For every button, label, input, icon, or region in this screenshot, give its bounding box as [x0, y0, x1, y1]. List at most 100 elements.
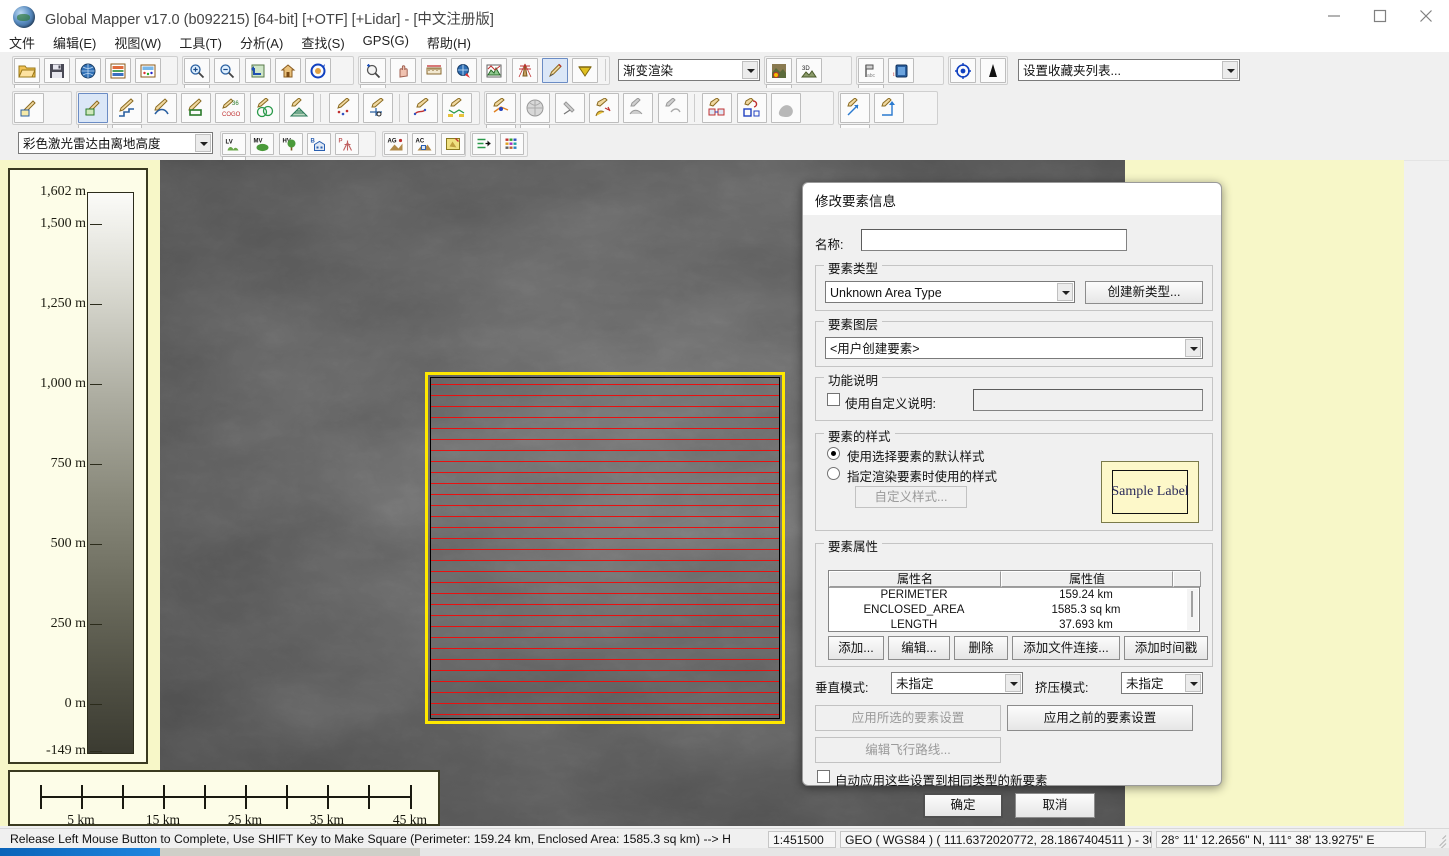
shader-options-icon[interactable]: [766, 58, 792, 83]
edit-flight-path-button[interactable]: 编辑飞行路线...: [815, 737, 1001, 763]
zoom-out-icon[interactable]: [214, 58, 241, 83]
taskbar-item-1[interactable]: [0, 848, 160, 856]
custom-description-input[interactable]: [973, 389, 1203, 411]
create-rect-coords-icon[interactable]: [112, 93, 143, 123]
chevron-down-icon[interactable]: [1185, 339, 1201, 357]
zoom-layer-icon[interactable]: [305, 58, 332, 83]
open-folder-icon[interactable]: [14, 58, 40, 83]
resize-grip[interactable]: [1433, 832, 1447, 854]
apply-previous-settings-button[interactable]: 应用之前的要素设置: [1007, 705, 1193, 731]
taskbar-item-3[interactable]: [420, 848, 1449, 856]
save-icon[interactable]: [44, 58, 71, 83]
favorites-combo[interactable]: 设置收藏夹列表...: [1018, 59, 1240, 81]
globe-rotate-icon[interactable]: [520, 93, 551, 123]
globe-icon[interactable]: [74, 58, 101, 83]
center-icon[interactable]: [950, 58, 976, 83]
building-icon[interactable]: B: [307, 133, 332, 155]
render-mode-combo[interactable]: 渐变渲染: [618, 59, 760, 81]
create-point-coords-icon[interactable]: [363, 93, 394, 123]
menu-help[interactable]: 帮助(H): [418, 30, 480, 55]
coverage-icon[interactable]: [572, 58, 599, 83]
menu-gps[interactable]: GPS(G): [354, 30, 418, 51]
create-range-ring-icon[interactable]: [249, 93, 280, 123]
create-line-icon[interactable]: [407, 93, 438, 123]
ac-icon[interactable]: AC: [412, 133, 437, 155]
status-coordinates[interactable]: 28° 11' 12.2656" N, 111° 38' 13.9275" E: [1156, 831, 1426, 848]
edit-attribute-button[interactable]: 编辑...: [888, 636, 950, 660]
vertical-mode-combo[interactable]: 未指定: [891, 672, 1023, 694]
map-catalog-icon[interactable]: [135, 58, 162, 83]
custom-style-button[interactable]: 自定义样式...: [855, 486, 967, 508]
add-timestamp-button[interactable]: 添加时间戳: [1124, 636, 1208, 660]
create-line-from-points-icon[interactable]: [442, 93, 473, 123]
create-grid-icon[interactable]: [284, 93, 315, 123]
close-button[interactable]: [1403, 0, 1449, 32]
mv-icon[interactable]: MV: [250, 133, 275, 155]
feature-info-icon[interactable]: [451, 58, 478, 83]
zoom-tool-icon[interactable]: [360, 58, 386, 83]
copy-features-icon[interactable]: [657, 93, 688, 123]
create-new-type-button[interactable]: 创建新类型...: [1085, 281, 1203, 304]
create-circle-icon[interactable]: [146, 93, 177, 123]
taskbar-item-2[interactable]: [160, 848, 420, 856]
menu-tools[interactable]: 工具(T): [170, 30, 231, 55]
add-attribute-button[interactable]: 添加...: [828, 636, 884, 660]
minimize-button[interactable]: [1311, 0, 1357, 32]
extrude-mode-combo[interactable]: 未指定: [1121, 672, 1203, 694]
table-row[interactable]: PERIMETER 159.24 km: [830, 589, 1187, 604]
palette-icon[interactable]: [500, 133, 525, 155]
feature-layer-combo[interactable]: <用户创建要素>: [825, 337, 1203, 359]
chevron-down-icon[interactable]: [195, 134, 211, 152]
pan-tool-icon[interactable]: [390, 58, 417, 83]
zoom-in-icon[interactable]: [184, 58, 210, 83]
attributes-table[interactable]: 属性名 属性值 PERIMETER 159.24 km ENCLOSED_ARE…: [828, 570, 1201, 632]
layer-control-icon[interactable]: [105, 58, 132, 83]
menu-view[interactable]: 视图(W): [105, 30, 170, 55]
lv-icon[interactable]: LV: [222, 133, 246, 155]
create-square-icon[interactable]: [181, 93, 212, 123]
attributes-scrollbar[interactable]: [1187, 589, 1198, 630]
classify-icon[interactable]: [440, 133, 465, 155]
flight-path-icon[interactable]: abc: [858, 58, 884, 83]
3d-fly-icon[interactable]: i: [888, 58, 915, 83]
use-custom-style-radio[interactable]: [827, 467, 840, 480]
menu-analysis[interactable]: 分析(A): [231, 30, 292, 55]
chevron-down-icon[interactable]: [1185, 674, 1201, 692]
table-row[interactable]: LENGTH 37.693 km: [830, 619, 1187, 630]
chevron-down-icon[interactable]: [1057, 283, 1073, 301]
chevron-down-icon[interactable]: [742, 61, 758, 79]
use-default-style-radio[interactable]: [827, 447, 840, 460]
create-point-icon[interactable]: [328, 93, 359, 123]
chevron-down-icon[interactable]: [1005, 674, 1021, 692]
add-file-link-button[interactable]: 添加文件连接...: [1012, 636, 1120, 660]
3d-view-icon[interactable]: 3D: [796, 58, 823, 83]
north-arrow-icon[interactable]: [980, 58, 1007, 83]
ok-button[interactable]: 确定: [923, 793, 1003, 818]
create-area-icon[interactable]: [14, 93, 44, 123]
scrollbar-thumb[interactable]: [1191, 591, 1193, 617]
offset-icon[interactable]: [840, 93, 870, 123]
power-line-icon[interactable]: P: [335, 133, 360, 155]
split-icon[interactable]: [623, 93, 654, 123]
filter-icon[interactable]: [472, 133, 496, 155]
rotate-icon[interactable]: [736, 93, 767, 123]
table-row[interactable]: ENCLOSED_AREA 1585.3 sq km: [830, 604, 1187, 619]
crop-icon[interactable]: [554, 93, 585, 123]
zoom-previous-icon[interactable]: [244, 58, 271, 83]
snap-vertices-icon[interactable]: [702, 93, 733, 123]
ag-icon[interactable]: AG: [384, 133, 408, 155]
lidar-draw-mode-combo[interactable]: 彩色激光雷达由离地高度: [18, 132, 213, 154]
path-profile-icon[interactable]: [481, 58, 508, 83]
measure-tool-icon[interactable]: [420, 58, 447, 83]
full-view-icon[interactable]: [275, 58, 302, 83]
create-rect-area-icon[interactable]: [78, 93, 108, 123]
menu-search[interactable]: 查找(S): [292, 30, 353, 55]
viewshed-icon[interactable]: [511, 58, 538, 83]
extend-line-icon[interactable]: [874, 93, 905, 123]
chevron-down-icon[interactable]: [1222, 61, 1238, 79]
move-vertex-icon[interactable]: [486, 93, 516, 123]
delete-attribute-button[interactable]: 删除: [954, 636, 1008, 660]
create-cogo-icon[interactable]: 36 COGO: [215, 93, 246, 123]
feature-type-combo[interactable]: Unknown Area Type: [825, 281, 1075, 303]
merge-areas-icon[interactable]: [771, 93, 802, 123]
